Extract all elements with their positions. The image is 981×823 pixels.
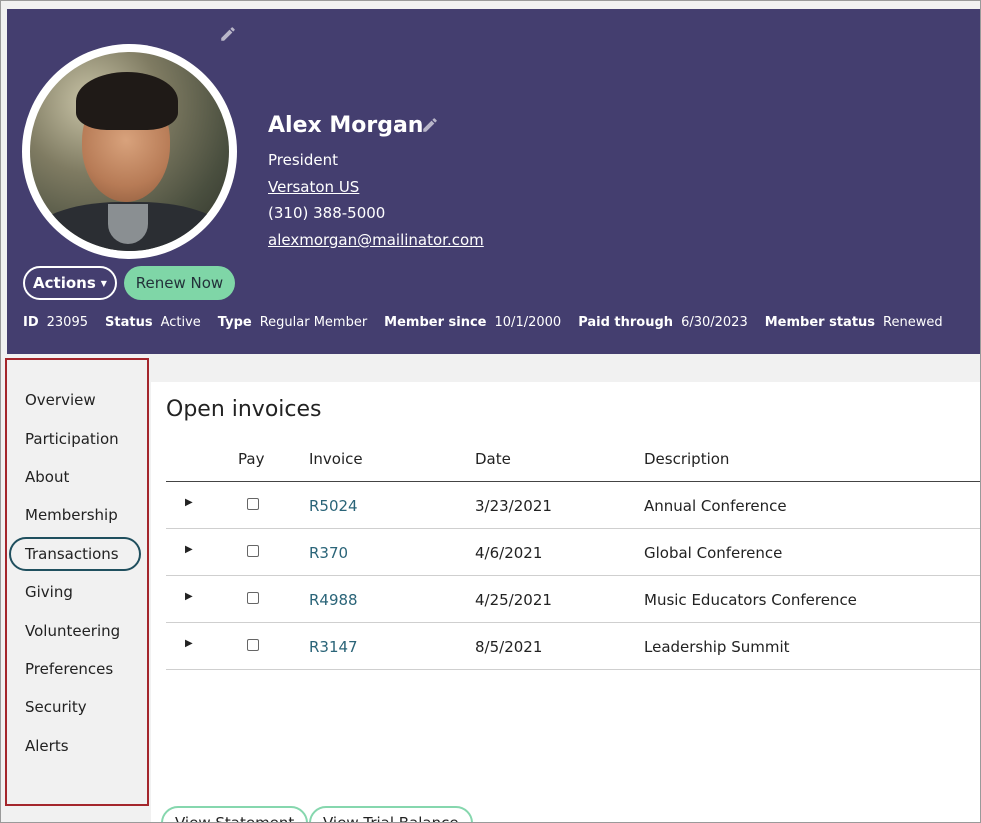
sidebar-item-membership[interactable]: Membership xyxy=(25,506,118,524)
column-header-invoice: Invoice xyxy=(309,450,363,468)
meta-label-member-since: Member since xyxy=(384,315,487,330)
invoice-date: 4/6/2021 xyxy=(475,544,543,562)
meta-label-status: Status xyxy=(105,315,153,330)
invoice-date: 8/5/2021 xyxy=(475,638,543,656)
sidebar-item-giving[interactable]: Giving xyxy=(25,583,73,601)
avatar-photo xyxy=(30,52,229,251)
sidebar-item-about[interactable]: About xyxy=(25,468,69,486)
edit-photo-pencil-icon[interactable] xyxy=(219,25,237,43)
table-row: ▶ R3147 8/5/2021 Leadership Summit xyxy=(166,623,980,670)
pay-checkbox[interactable] xyxy=(247,498,259,510)
table-header: Pay Invoice Date Description xyxy=(166,448,980,482)
meta-value-status: Active xyxy=(160,315,201,330)
column-header-pay: Pay xyxy=(238,450,265,468)
invoice-link[interactable]: R3147 xyxy=(309,638,358,656)
meta-value-member-since: 10/1/2000 xyxy=(494,315,562,330)
expand-row-icon[interactable]: ▶ xyxy=(185,638,193,649)
invoice-date: 4/25/2021 xyxy=(475,591,552,609)
expand-row-icon[interactable]: ▶ xyxy=(185,544,193,555)
email-link[interactable]: alexmorgan@mailinator.com xyxy=(268,231,484,249)
meta-label-id: ID xyxy=(23,315,39,330)
pay-checkbox[interactable] xyxy=(247,545,259,557)
renew-now-button[interactable]: Renew Now xyxy=(124,266,235,300)
table-row: ▶ R370 4/6/2021 Global Conference xyxy=(166,529,980,576)
sidebar-item-participation[interactable]: Participation xyxy=(25,430,119,448)
caret-down-icon: ▼ xyxy=(100,278,107,288)
meta-label-member-status: Member status xyxy=(764,315,876,330)
page-frame: Alex Morgan President Versaton US (310) … xyxy=(0,0,981,823)
actions-label: Actions xyxy=(33,274,96,292)
sidebar-item-security[interactable]: Security xyxy=(25,698,87,716)
pay-checkbox[interactable] xyxy=(247,592,259,604)
meta-value-id: 23095 xyxy=(46,315,88,330)
meta-value-paid-through: 6/30/2023 xyxy=(681,315,748,330)
invoice-description: Global Conference xyxy=(644,544,783,562)
table-row: ▶ R5024 3/23/2021 Annual Conference xyxy=(166,482,980,529)
invoice-link[interactable]: R370 xyxy=(309,544,348,562)
invoice-description: Annual Conference xyxy=(644,497,787,515)
avatar xyxy=(22,44,237,259)
actions-dropdown-button[interactable]: Actions ▼ xyxy=(23,266,117,300)
expand-row-icon[interactable]: ▶ xyxy=(185,591,193,602)
meta-label-type: Type xyxy=(217,315,252,330)
expand-row-icon[interactable]: ▶ xyxy=(185,497,193,508)
profile-header: Alex Morgan President Versaton US (310) … xyxy=(7,9,980,354)
column-header-date: Date xyxy=(475,450,511,468)
invoice-link[interactable]: R5024 xyxy=(309,497,358,515)
company-link[interactable]: Versaton US xyxy=(268,178,359,196)
view-trial-balance-button[interactable]: View Trial Balance xyxy=(309,806,473,822)
page-title: Open invoices xyxy=(166,397,322,422)
table-row: ▶ R4988 4/25/2021 Music Educators Confer… xyxy=(166,576,980,623)
invoice-link[interactable]: R4988 xyxy=(309,591,358,609)
member-meta: ID 23095 Status Active Type Regular Memb… xyxy=(23,315,960,330)
edit-name-pencil-icon[interactable] xyxy=(421,116,439,134)
main-content: Open invoices Pay Invoice Date Descripti… xyxy=(151,382,980,822)
invoice-description: Music Educators Conference xyxy=(644,591,857,609)
meta-label-paid-through: Paid through xyxy=(578,315,674,330)
view-statement-button[interactable]: View Statement xyxy=(161,806,309,822)
phone-number: (310) 388-5000 xyxy=(268,204,386,222)
pay-checkbox[interactable] xyxy=(247,639,259,651)
profile-name: Alex Morgan xyxy=(268,113,424,138)
sidebar-item-transactions[interactable]: Transactions xyxy=(25,545,119,563)
sidebar-item-overview[interactable]: Overview xyxy=(25,391,96,409)
invoice-description: Leadership Summit xyxy=(644,638,790,656)
profile-title: President xyxy=(268,151,338,169)
column-header-description: Description xyxy=(644,450,730,468)
sidebar-item-alerts[interactable]: Alerts xyxy=(25,737,69,755)
sidebar-nav: Overview Participation About Membership … xyxy=(5,358,149,806)
invoice-date: 3/23/2021 xyxy=(475,497,552,515)
sidebar-item-preferences[interactable]: Preferences xyxy=(25,660,113,678)
meta-value-member-status: Renewed xyxy=(883,315,943,330)
meta-value-type: Regular Member xyxy=(259,315,368,330)
sidebar-item-volunteering[interactable]: Volunteering xyxy=(25,622,120,640)
